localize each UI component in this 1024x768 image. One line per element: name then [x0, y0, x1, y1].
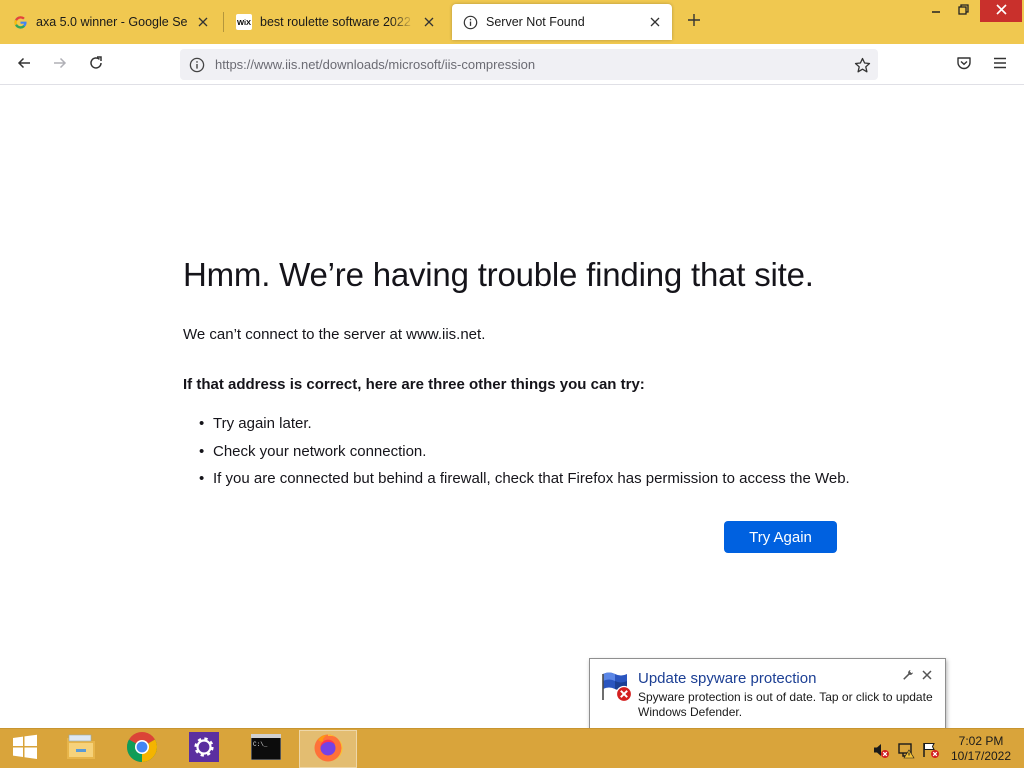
info-icon[interactable]: [188, 56, 206, 74]
error-title: Hmm. We’re having trouble finding that s…: [183, 256, 814, 293]
tab-roulette-software[interactable]: WiX best roulette software 2022 |roulett…: [226, 4, 446, 40]
volume-muted-icon[interactable]: [872, 741, 890, 759]
minimize-icon: [931, 2, 941, 20]
tab-divider: [223, 12, 224, 32]
suggestions-heading: If that address is correct, here are thr…: [183, 376, 645, 393]
notification-title: Update spyware protection: [638, 670, 817, 687]
menu-icon: [992, 55, 1008, 76]
minimize-button[interactable]: [922, 0, 950, 22]
close-icon[interactable]: [646, 13, 664, 31]
forward-icon: [52, 55, 68, 76]
pocket-button[interactable]: [951, 52, 977, 78]
back-button[interactable]: [11, 52, 37, 78]
reload-icon: [88, 55, 104, 76]
google-icon: [12, 14, 28, 30]
tab-title: axa 5.0 winner - Google Search: [36, 15, 188, 29]
list-item: Try again later.: [199, 410, 850, 438]
close-icon[interactable]: [194, 13, 212, 31]
bookmark-star-icon[interactable]: [852, 55, 872, 75]
clock-time: 7:02 PM: [958, 734, 1004, 748]
taskbar-settings[interactable]: [175, 730, 233, 768]
tab-strip: axa 5.0 winner - Google Search WiX best …: [0, 0, 1024, 44]
forward-button[interactable]: [47, 52, 73, 78]
close-icon[interactable]: [420, 13, 438, 31]
reload-button[interactable]: [83, 52, 109, 78]
clock-date: 10/17/2022: [950, 749, 1012, 763]
notification-balloon[interactable]: Update spyware protection Spyware protec…: [589, 658, 946, 729]
wix-icon-text: WiX: [237, 18, 251, 27]
suggestions-list: Try again later. Check your network conn…: [199, 410, 850, 493]
url-text: https://www.iis.net/downloads/microsoft/…: [215, 57, 536, 72]
menu-button[interactable]: [987, 52, 1013, 78]
taskbar-chrome[interactable]: [113, 730, 171, 768]
settings-icon: [189, 731, 219, 767]
info-icon: [462, 14, 478, 30]
restore-button[interactable]: [950, 0, 976, 22]
tab-google-search[interactable]: axa 5.0 winner - Google Search: [2, 4, 220, 40]
command-prompt-icon-text: C:\_: [253, 741, 268, 748]
file-explorer-icon: [65, 732, 97, 767]
window-close-button[interactable]: [980, 0, 1022, 22]
taskbar-command-prompt[interactable]: C:\_: [237, 730, 295, 768]
taskbar: C:\_ 7:02 PM 10/17/2022: [0, 728, 1024, 768]
firefox-icon: [312, 731, 344, 768]
restore-icon: [957, 2, 969, 20]
address-bar[interactable]: https://www.iis.net/downloads/microsoft/…: [180, 49, 878, 80]
list-item: If you are connected but behind a firewa…: [199, 465, 850, 493]
chrome-icon: [126, 731, 158, 768]
tab-server-not-found[interactable]: Server Not Found: [452, 4, 672, 40]
plus-icon: [687, 13, 701, 32]
taskbar-clock[interactable]: 7:02 PM 10/17/2022: [948, 734, 1014, 764]
windows-defender-flag-icon: [600, 669, 634, 703]
tab-title: best roulette software 2022 |roulette: [260, 15, 414, 29]
list-item: Check your network connection.: [199, 438, 850, 466]
close-icon: [995, 2, 1007, 20]
new-tab-button[interactable]: [682, 10, 706, 34]
navigation-toolbar: https://www.iis.net/downloads/microsoft/…: [0, 44, 1024, 85]
action-center-error-icon[interactable]: [922, 741, 940, 759]
wrench-icon[interactable]: [901, 668, 915, 682]
error-description: We can’t connect to the server at www.ii…: [183, 326, 486, 343]
start-button[interactable]: [0, 730, 50, 768]
network-error-icon[interactable]: [897, 741, 915, 759]
tab-title: Server Not Found: [486, 15, 585, 29]
notification-message: Spyware protection is out of date. Tap o…: [638, 690, 933, 719]
pocket-icon: [956, 55, 972, 76]
windows-start-icon: [12, 734, 38, 765]
taskbar-firefox[interactable]: [299, 730, 357, 768]
back-icon: [16, 55, 32, 76]
taskbar-file-explorer[interactable]: [52, 730, 110, 768]
close-icon[interactable]: [920, 668, 934, 682]
command-prompt-icon: C:\_: [250, 733, 282, 765]
wix-icon: WiX: [236, 14, 252, 30]
try-again-button[interactable]: Try Again: [724, 521, 837, 553]
